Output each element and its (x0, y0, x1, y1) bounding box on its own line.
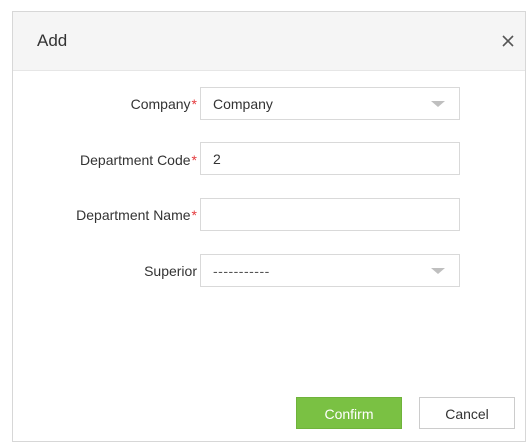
department-code-label-text: Department Code (80, 152, 191, 168)
chevron-down-icon (431, 101, 445, 107)
close-icon[interactable] (499, 32, 517, 50)
required-mark: * (191, 207, 197, 223)
department-code-label: Department Code* (80, 152, 197, 168)
department-name-label-text: Department Name (76, 207, 191, 223)
department-name-input[interactable] (200, 198, 460, 231)
superior-select[interactable]: ----------- (200, 254, 460, 287)
company-label-text: Company (130, 96, 191, 112)
dialog-title: Add (37, 31, 68, 50)
department-code-input[interactable]: 2 (200, 142, 460, 175)
cancel-button[interactable]: Cancel (419, 397, 515, 429)
confirm-button[interactable]: Confirm (296, 397, 402, 429)
superior-select-value: ----------- (213, 263, 270, 279)
add-dialog: Add Company* Company Department Code* 2 … (12, 11, 526, 442)
department-name-label: Department Name* (76, 207, 197, 223)
superior-label: Superior (144, 263, 197, 279)
company-select[interactable]: Company (200, 87, 460, 120)
dialog-header: Add (13, 12, 525, 71)
company-label: Company* (131, 96, 197, 112)
required-mark: * (191, 96, 197, 112)
chevron-down-icon (431, 268, 445, 274)
superior-label-text: Superior (144, 263, 197, 279)
required-mark: * (191, 152, 197, 168)
company-select-value: Company (213, 96, 273, 112)
department-code-value: 2 (213, 151, 221, 167)
